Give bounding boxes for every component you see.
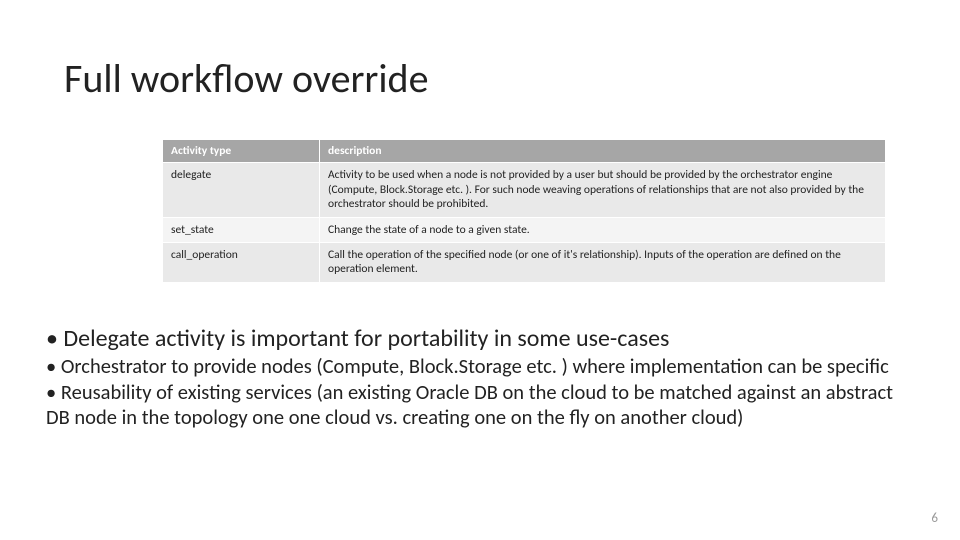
header-description: description <box>320 140 886 163</box>
bullet-main: Delegate activity is important for porta… <box>46 325 914 430</box>
cell-description: Activity to be used when a node is not p… <box>320 163 886 217</box>
cell-activity-type: call_operation <box>163 242 320 282</box>
cell-activity-type: set_state <box>163 217 320 242</box>
bullet-main-text: Delegate activity is important for porta… <box>63 324 669 353</box>
activity-table: Activity type description delegate Activ… <box>162 139 886 283</box>
table-row: set_state Change the state of a node to … <box>163 217 886 242</box>
body-text: Delegate activity is important for porta… <box>46 325 914 434</box>
table-header-row: Activity type description <box>163 140 886 163</box>
bullet-sub: Reusability of existing services (an exi… <box>46 380 914 429</box>
table-row: call_operation Call the operation of the… <box>163 242 886 282</box>
slide: Full workflow override Activity type des… <box>0 0 960 540</box>
cell-description: Call the operation of the specified node… <box>320 242 886 282</box>
table-row: delegate Activity to be used when a node… <box>163 163 886 217</box>
header-activity-type: Activity type <box>163 140 320 163</box>
page-number: 6 <box>931 511 938 526</box>
bullet-sub: Orchestrator to provide nodes (Compute, … <box>46 354 914 379</box>
cell-activity-type: delegate <box>163 163 320 217</box>
slide-title: Full workflow override <box>64 54 428 103</box>
cell-description: Change the state of a node to a given st… <box>320 217 886 242</box>
